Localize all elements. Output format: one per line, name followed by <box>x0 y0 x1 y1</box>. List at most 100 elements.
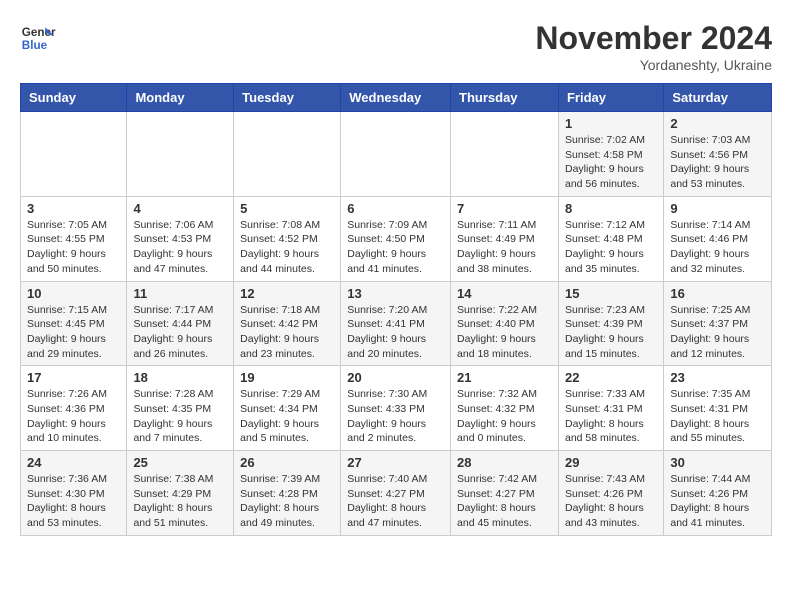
location: Yordaneshty, Ukraine <box>535 57 772 73</box>
calendar-day-cell: 12 Sunrise: 7:18 AMSunset: 4:42 PMDayligh… <box>234 281 341 366</box>
calendar-day-cell: 6 Sunrise: 7:09 AMSunset: 4:50 PMDaylight… <box>341 196 451 281</box>
day-number: 15 <box>565 286 657 301</box>
day-info: Sunrise: 7:33 AMSunset: 4:31 PMDaylight:… <box>565 387 657 446</box>
day-info: Sunrise: 7:25 AMSunset: 4:37 PMDaylight:… <box>670 303 765 362</box>
calendar-header-row: SundayMondayTuesdayWednesdayThursdayFrid… <box>21 84 772 112</box>
calendar-day-cell: 28Sunrise: 7:42 AMSunset: 4:27 PMDayligh… <box>451 451 559 536</box>
day-number: 22 <box>565 370 657 385</box>
day-number: 19 <box>240 370 334 385</box>
day-info: Sunrise: 7:43 AMSunset: 4:26 PMDaylight:… <box>565 472 657 531</box>
month-title: November 2024 <box>535 20 772 57</box>
calendar-day-cell: 25 Sunrise: 7:38 AMSunset: 4:29 PMDayligh… <box>127 451 234 536</box>
day-info: Sunrise: 7:12 AMSunset: 4:48 PMDaylight:… <box>565 218 657 277</box>
day-number: 2 <box>670 116 765 131</box>
calendar-day-cell: 19 Sunrise: 7:29 AMSunset: 4:34 PMDayligh… <box>234 366 341 451</box>
day-number: 6 <box>347 201 444 216</box>
calendar-day-cell: 21 Sunrise: 7:32 AMSunset: 4:32 PMDayligh… <box>451 366 559 451</box>
calendar-day-cell: 5 Sunrise: 7:08 AMSunset: 4:52 PMDaylight… <box>234 196 341 281</box>
day-number: 30 <box>670 455 765 470</box>
day-number: 9 <box>670 201 765 216</box>
day-info: Sunrise: 7:36 AMSunset: 4:30 PMDaylight:… <box>27 472 120 531</box>
calendar-day-cell: 20 Sunrise: 7:30 AMSunset: 4:33 PMDayligh… <box>341 366 451 451</box>
title-block: November 2024 Yordaneshty, Ukraine <box>535 20 772 73</box>
page-header: General Blue November 2024 Yordaneshty, … <box>20 20 772 73</box>
day-of-week-header: Friday <box>558 84 663 112</box>
svg-text:General: General <box>22 26 56 39</box>
calendar-day-cell: 24 Sunrise: 7:36 AMSunset: 4:30 PMDayligh… <box>21 451 127 536</box>
calendar-week-row: 10Sunrise: 7:15 AMSunset: 4:45 PMDayligh… <box>21 281 772 366</box>
day-info: Sunrise: 7:15 AMSunset: 4:45 PMDaylight:… <box>27 303 120 362</box>
day-number: 29 <box>565 455 657 470</box>
calendar-day-cell: 27 Sunrise: 7:40 AMSunset: 4:27 PMDayligh… <box>341 451 451 536</box>
day-number: 5 <box>240 201 334 216</box>
calendar-day-cell: 13Sunrise: 7:20 AMSunset: 4:41 PMDayligh… <box>341 281 451 366</box>
day-info: Sunrise: 7:05 AMSunset: 4:55 PMDaylight:… <box>27 218 120 277</box>
calendar-week-row: 3 Sunrise: 7:05 AMSunset: 4:55 PMDaylight… <box>21 196 772 281</box>
day-info: Sunrise: 7:17 AMSunset: 4:44 PMDaylight:… <box>133 303 227 362</box>
calendar-week-row: 17Sunrise: 7:26 AMSunset: 4:36 PMDayligh… <box>21 366 772 451</box>
calendar-week-row: 1 Sunrise: 7:02 AMSunset: 4:58 PMDaylight… <box>21 112 772 197</box>
day-number: 25 <box>133 455 227 470</box>
day-info: Sunrise: 7:02 AMSunset: 4:58 PMDaylight:… <box>565 133 657 192</box>
day-number: 27 <box>347 455 444 470</box>
day-number: 1 <box>565 116 657 131</box>
day-info: Sunrise: 7:20 AMSunset: 4:41 PMDaylight:… <box>347 303 444 362</box>
calendar-table: SundayMondayTuesdayWednesdayThursdayFrid… <box>20 83 772 536</box>
calendar-day-cell: 16 Sunrise: 7:25 AMSunset: 4:37 PMDayligh… <box>664 281 772 366</box>
day-number: 3 <box>27 201 120 216</box>
day-number: 18 <box>133 370 227 385</box>
calendar-day-cell: 23Sunrise: 7:35 AMSunset: 4:31 PMDayligh… <box>664 366 772 451</box>
day-info: Sunrise: 7:18 AMSunset: 4:42 PMDaylight:… <box>240 303 334 362</box>
calendar-day-cell <box>21 112 127 197</box>
svg-text:Blue: Blue <box>22 39 48 52</box>
day-number: 24 <box>27 455 120 470</box>
day-number: 11 <box>133 286 227 301</box>
day-info: Sunrise: 7:39 AMSunset: 4:28 PMDaylight:… <box>240 472 334 531</box>
calendar-day-cell: 2Sunrise: 7:03 AMSunset: 4:56 PMDaylight… <box>664 112 772 197</box>
day-info: Sunrise: 7:08 AMSunset: 4:52 PMDaylight:… <box>240 218 334 277</box>
calendar-day-cell: 17Sunrise: 7:26 AMSunset: 4:36 PMDayligh… <box>21 366 127 451</box>
day-info: Sunrise: 7:09 AMSunset: 4:50 PMDaylight:… <box>347 218 444 277</box>
day-info: Sunrise: 7:14 AMSunset: 4:46 PMDaylight:… <box>670 218 765 277</box>
calendar-day-cell: 7Sunrise: 7:11 AMSunset: 4:49 PMDaylight… <box>451 196 559 281</box>
calendar-day-cell: 11 Sunrise: 7:17 AMSunset: 4:44 PMDayligh… <box>127 281 234 366</box>
day-info: Sunrise: 7:32 AMSunset: 4:32 PMDaylight:… <box>457 387 552 446</box>
day-number: 7 <box>457 201 552 216</box>
day-info: Sunrise: 7:44 AMSunset: 4:26 PMDaylight:… <box>670 472 765 531</box>
day-of-week-header: Wednesday <box>341 84 451 112</box>
calendar-day-cell <box>127 112 234 197</box>
day-number: 26 <box>240 455 334 470</box>
day-number: 8 <box>565 201 657 216</box>
day-info: Sunrise: 7:29 AMSunset: 4:34 PMDaylight:… <box>240 387 334 446</box>
day-number: 12 <box>240 286 334 301</box>
calendar-day-cell: 29 Sunrise: 7:43 AMSunset: 4:26 PMDayligh… <box>558 451 663 536</box>
day-number: 21 <box>457 370 552 385</box>
calendar-day-cell: 30 Sunrise: 7:44 AMSunset: 4:26 PMDayligh… <box>664 451 772 536</box>
calendar-day-cell <box>341 112 451 197</box>
day-info: Sunrise: 7:06 AMSunset: 4:53 PMDaylight:… <box>133 218 227 277</box>
calendar-day-cell <box>451 112 559 197</box>
day-info: Sunrise: 7:42 AMSunset: 4:27 PMDaylight:… <box>457 472 552 531</box>
day-info: Sunrise: 7:23 AMSunset: 4:39 PMDaylight:… <box>565 303 657 362</box>
day-number: 20 <box>347 370 444 385</box>
day-info: Sunrise: 7:40 AMSunset: 4:27 PMDaylight:… <box>347 472 444 531</box>
day-number: 17 <box>27 370 120 385</box>
day-of-week-header: Monday <box>127 84 234 112</box>
calendar-day-cell: 15 Sunrise: 7:23 AMSunset: 4:39 PMDayligh… <box>558 281 663 366</box>
day-info: Sunrise: 7:22 AMSunset: 4:40 PMDaylight:… <box>457 303 552 362</box>
day-of-week-header: Tuesday <box>234 84 341 112</box>
day-info: Sunrise: 7:30 AMSunset: 4:33 PMDaylight:… <box>347 387 444 446</box>
calendar-day-cell: 3 Sunrise: 7:05 AMSunset: 4:55 PMDaylight… <box>21 196 127 281</box>
calendar-day-cell: 4 Sunrise: 7:06 AMSunset: 4:53 PMDaylight… <box>127 196 234 281</box>
day-info: Sunrise: 7:28 AMSunset: 4:35 PMDaylight:… <box>133 387 227 446</box>
day-number: 4 <box>133 201 227 216</box>
day-number: 14 <box>457 286 552 301</box>
calendar-day-cell: 18 Sunrise: 7:28 AMSunset: 4:35 PMDayligh… <box>127 366 234 451</box>
day-number: 16 <box>670 286 765 301</box>
day-info: Sunrise: 7:35 AMSunset: 4:31 PMDaylight:… <box>670 387 765 446</box>
logo-icon: General Blue <box>20 20 56 56</box>
day-info: Sunrise: 7:38 AMSunset: 4:29 PMDaylight:… <box>133 472 227 531</box>
calendar-day-cell <box>234 112 341 197</box>
logo: General Blue <box>20 20 56 56</box>
calendar-week-row: 24 Sunrise: 7:36 AMSunset: 4:30 PMDayligh… <box>21 451 772 536</box>
